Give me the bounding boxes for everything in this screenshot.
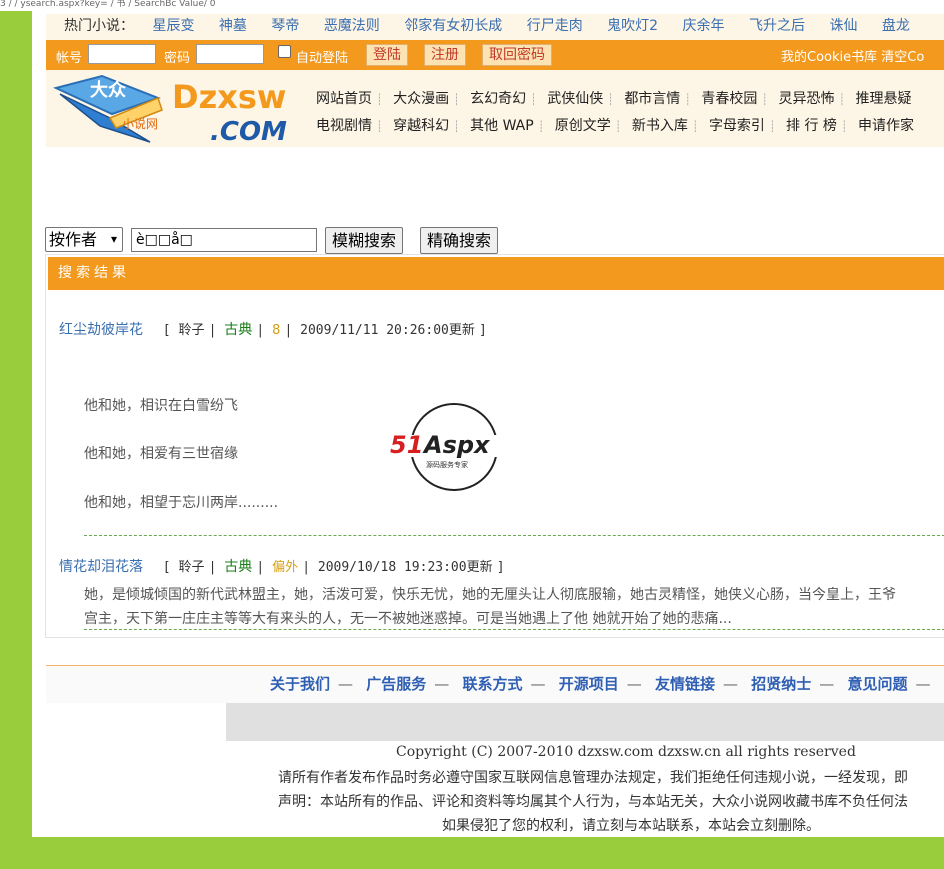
search-keyword-input[interactable]: è□□å□ [131, 228, 317, 252]
result-title-link[interactable]: 红尘劫彼岸花 [59, 322, 143, 338]
nav-link[interactable]: 都市言情 [624, 91, 680, 107]
result-updated: 2009/11/11 20:26:00更新 [300, 323, 475, 338]
result-updated: 2009/10/18 19:23:00更新 [317, 560, 493, 575]
result-divider [84, 629, 944, 630]
nav-link[interactable]: 新书入库 [632, 118, 688, 134]
nav-link[interactable]: 字母索引 [709, 118, 765, 134]
footer-link[interactable]: 广告服务 [366, 675, 426, 693]
nav-link[interactable]: 其他 WAP [470, 118, 534, 134]
watermark-brand-red: 51 [390, 431, 423, 459]
nav-link[interactable]: 排 行 榜 [786, 118, 837, 134]
result-desc-line: 他和她，相识在白雪纷飞 [84, 398, 238, 414]
nav-link[interactable]: 青春校园 [701, 91, 757, 107]
logo-big-chars: 大众 [90, 79, 126, 101]
hot-link[interactable]: 鬼吹灯2 [607, 18, 658, 34]
result-divider [84, 535, 944, 536]
results-title: 搜索结果 [48, 257, 944, 290]
password-input[interactable] [196, 44, 264, 64]
account-input[interactable] [88, 44, 156, 64]
hot-link[interactable]: 盘龙 [882, 18, 910, 34]
nav-link[interactable]: 网站首页 [316, 91, 372, 107]
result-desc-line: 宫主，天下第一庄庄主等等大有来头的人，无一不被她迷惑掉。可是当她遇上了他 她就开… [84, 611, 732, 627]
logo-sub: 小说网 [122, 116, 158, 131]
chevron-down-icon: ▾ [110, 232, 117, 246]
footer-link[interactable]: 关于我们 [270, 675, 330, 693]
hot-link[interactable]: 诛仙 [829, 18, 857, 34]
watermark-logo: 51 Aspx 源码服务专家 [390, 403, 520, 491]
nav-link[interactable]: 灵异恐怖 [778, 91, 834, 107]
search-type-value: 按作者 [49, 230, 98, 249]
footer-link[interactable]: 意见问题 [848, 675, 908, 693]
hot-novels-bar: 热门小说： 星辰变 神墓 琴帝 恶魔法则 邻家有女初长成 行尸走肉 鬼吹灯2 庆… [46, 14, 944, 40]
login-bar: 帐号 密码 自动登陆 登陆 注册 取回密码 我的Cookie书库 清空Co [46, 40, 944, 70]
search-type-select[interactable]: 按作者 ▾ [45, 227, 123, 252]
retrieve-password-button[interactable]: 取回密码 [482, 44, 552, 66]
cookie-links[interactable]: 我的Cookie书库 清空Co [781, 46, 924, 65]
site-header: 大众 小说网 Dzxsw .COM 网站首页 ┊ 大众漫画 ┊ 玄幻奇幻 ┊ 武侠仙侠… [46, 70, 944, 147]
result-desc-line: 她，是倾城倾国的新代武林盟主，她，活泼可爱，快乐无忧，她的无厘头让人彻底服输，她… [84, 587, 896, 603]
nav-link[interactable]: 申请作家 [858, 118, 914, 134]
nav-link[interactable]: 电视剧情 [316, 118, 372, 134]
auto-login-label: 自动登陆 [296, 51, 349, 66]
footer-link[interactable]: 招贤纳士 [751, 675, 811, 693]
nav-link[interactable]: 穿越科幻 [393, 118, 449, 134]
result-author[interactable]: 聆子 [178, 560, 204, 575]
hot-link[interactable]: 恶魔法则 [324, 18, 380, 34]
nav-link[interactable]: 玄幻奇幻 [470, 91, 526, 107]
exact-search-button[interactable]: 精确搜索 [420, 227, 499, 254]
register-button[interactable]: 注册 [424, 44, 466, 66]
result-category[interactable]: 古典 [224, 322, 252, 338]
result-desc-line: 他和她，相爱有三世宿缘 [84, 446, 238, 462]
search-results: 搜索结果 红尘劫彼岸花 [ 聆子 | 古典 | 8 | 2009/11/11 2… [45, 254, 944, 638]
hot-label: 热门小说： [64, 18, 134, 34]
page: 热门小说： 星辰变 神墓 琴帝 恶魔法则 邻家有女初长成 行尸走肉 鬼吹灯2 庆… [32, 11, 944, 837]
footer-notice-line: 请所有作者发布作品时务必遵守国家互联网信息管理办法规定，我们拒绝任何违规小说，一… [278, 770, 908, 786]
logo-brand-top: Dzxsw [172, 78, 286, 116]
nav-link[interactable]: 大众漫画 [393, 91, 449, 107]
footer-notice-line: 如果侵犯了您的权利，请立刻与本站联系，本站会立刻删除。 [442, 818, 820, 834]
hot-link[interactable]: 琴帝 [271, 18, 299, 34]
result-count: 偏外 [272, 560, 299, 575]
footer-link[interactable]: 开源项目 [559, 675, 619, 693]
hot-link[interactable]: 神墓 [219, 18, 247, 34]
logo-brand-bottom: .COM [210, 117, 287, 147]
copyright: Copyright (C) 2007-2010 dzxsw.com dzxsw.… [396, 744, 856, 760]
nav-link[interactable]: 原创文学 [555, 118, 611, 134]
footer-notice-line: 声明：本站所有的作品、评论和资料等均属其个人行为，与本站无关，大众小说网收藏书库… [278, 794, 908, 810]
main-nav: 网站首页 ┊ 大众漫画 ┊ 玄幻奇幻 ┊ 武侠仙侠 ┊ 都市言情 ┊ 青春校园 ┊ 灵异恐怖… [316, 91, 914, 134]
login-button[interactable]: 登陆 [366, 44, 408, 66]
footer-link[interactable]: 友情链接 [655, 675, 715, 693]
result-title-link[interactable]: 情花却泪花落 [59, 559, 143, 575]
result-item: 红尘劫彼岸花 [ 聆子 | 古典 | 8 | 2009/11/11 20:26:… [59, 322, 487, 338]
hot-link[interactable]: 庆余年 [683, 18, 725, 34]
account-label: 帐号 [56, 51, 83, 66]
password-label: 密码 [164, 51, 191, 66]
fuzzy-search-button[interactable]: 模糊搜索 [325, 227, 404, 254]
footer-gray-bar [226, 703, 944, 741]
nav-link[interactable]: 武侠仙侠 [547, 91, 603, 107]
watermark-sub: 源码服务专家 [426, 460, 468, 469]
watermark-brand-rest: Aspx [422, 431, 491, 459]
site-logo[interactable]: 大众 小说网 Dzxsw .COM [50, 70, 305, 147]
result-item: 情花却泪花落 [ 聆子 | 古典 | 偏外 | 2009/10/18 19:23… [59, 559, 505, 575]
hot-link[interactable]: 邻家有女初长成 [404, 18, 502, 34]
hot-link[interactable]: 行尸走肉 [527, 18, 583, 34]
result-author[interactable]: 聆子 [178, 323, 204, 338]
nav-link[interactable]: 推理悬疑 [856, 91, 912, 107]
auto-login-checkbox[interactable] [278, 45, 291, 58]
address-strip: 3 / / ysearch.aspx?key= / 书 / SearchBc V… [0, 0, 944, 11]
hot-link[interactable]: 星辰变 [152, 18, 194, 34]
footer-nav: 关于我们 — 广告服务 — 联系方式 — 开源项目 — 友情链接 — 招贤纳士 — 意见问题… [46, 665, 944, 703]
result-desc-line: 他和她，相望于忘川两岸......... [84, 495, 279, 511]
result-count: 8 [272, 323, 281, 338]
hot-link[interactable]: 飞升之后 [749, 18, 805, 34]
footer-link[interactable]: 联系方式 [463, 675, 523, 693]
result-category[interactable]: 古典 [224, 559, 252, 575]
